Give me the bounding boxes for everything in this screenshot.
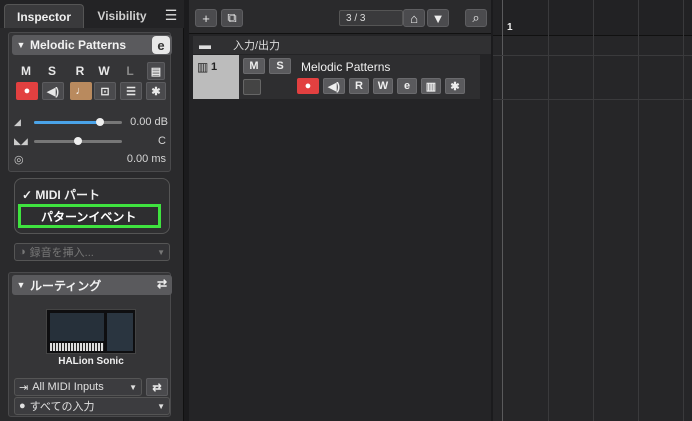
- insert-record-dropdown[interactable]: ◑ 録音を挿入... ▼: [14, 243, 170, 261]
- menu-item-pattern-event[interactable]: パターンイベント: [18, 204, 161, 228]
- grid-line: [548, 0, 549, 421]
- track-list-toolbar: + ⧉ 3 / 3 ⌂ ▼ ⌕: [189, 0, 491, 34]
- duplicate-track-icon[interactable]: ⧉: [221, 9, 243, 27]
- bar-number: 1: [507, 22, 513, 33]
- track-asterisk-icon[interactable]: ✱: [445, 78, 465, 94]
- edit-instrument-icon[interactable]: e: [152, 36, 170, 54]
- write-button[interactable]: W: [94, 62, 114, 80]
- midi-input-label: All MIDI Inputs: [32, 381, 104, 393]
- timeline-area[interactable]: 1: [493, 0, 692, 421]
- routing-section-header[interactable]: ▼ ルーティング ⇄: [12, 275, 172, 295]
- filter-icon[interactable]: ▼: [427, 9, 449, 27]
- insert-icon: ◑: [19, 246, 26, 258]
- pan-icon: ◣◢: [14, 135, 28, 146]
- plugin-keyboard: [50, 343, 104, 351]
- edit-in-place-icon[interactable]: ▤: [147, 62, 165, 80]
- menu-item-midi-part[interactable]: ✓ MIDI パート: [22, 186, 100, 203]
- inspector-tabs: Inspector Visibility ☰: [0, 0, 184, 28]
- track-write-button[interactable]: W: [373, 78, 393, 94]
- plugin-name: HALion Sonic: [58, 356, 124, 367]
- routing-title: ルーティング: [30, 278, 102, 293]
- input-icon: ⇥: [19, 381, 29, 394]
- pan-value[interactable]: C: [158, 135, 166, 147]
- tab-visibility[interactable]: Visibility: [86, 4, 158, 28]
- track-monitor-icon[interactable]: ◀): [323, 78, 345, 94]
- delay-row: ◎ 0.00 ms: [14, 151, 170, 167]
- track-number: 1: [211, 61, 218, 73]
- inspector-panel: Inspector Visibility ☰ ▼ Melodic Pattern…: [0, 0, 184, 421]
- routing-shuffle-icon[interactable]: ⇄: [157, 277, 167, 291]
- cubase-window: Inspector Visibility ☰ ▼ Melodic Pattern…: [0, 0, 692, 421]
- record-enable-icon[interactable]: ●: [16, 82, 38, 100]
- track-read-button[interactable]: R: [349, 78, 369, 94]
- list-icon[interactable]: ☰: [120, 82, 142, 100]
- grid-line: [593, 0, 594, 421]
- folder-label: 入力/出力: [233, 40, 281, 52]
- track-color-swatch[interactable]: [243, 79, 261, 95]
- menu-item-midi-part-label: MIDI パート: [35, 188, 101, 202]
- search-icon[interactable]: ⌕: [465, 9, 487, 27]
- track-solo-button[interactable]: S: [269, 58, 291, 74]
- solo-button[interactable]: S: [42, 62, 62, 80]
- halion-sonic-thumbnail[interactable]: [46, 309, 136, 354]
- volume-fill: [34, 121, 100, 124]
- routing-swap-icon[interactable]: ⇄: [146, 378, 168, 396]
- tab-inspector[interactable]: Inspector: [4, 4, 84, 28]
- track-section-title: Melodic Patterns: [30, 38, 127, 52]
- folder-row-io[interactable]: ▬ 入力/出力: [193, 36, 491, 54]
- monitor-speaker-icon[interactable]: ◀): [42, 82, 64, 100]
- grid-line: [683, 0, 684, 421]
- track-counter: 3 / 3: [339, 10, 403, 26]
- insert-record-label: 録音を挿入...: [29, 247, 94, 259]
- plugin-screen-left: [50, 313, 104, 341]
- delay-value[interactable]: 0.00 ms: [127, 153, 166, 165]
- midi-channel-label: すべての入力: [29, 401, 95, 413]
- mute-button[interactable]: M: [16, 62, 36, 80]
- grid-line: [502, 0, 503, 421]
- chevron-down-icon: ▼: [157, 401, 165, 411]
- lock-icon[interactable]: ⊡: [94, 82, 116, 100]
- plugin-screen-right: [107, 313, 133, 351]
- note-icon[interactable]: ♩: [70, 82, 92, 100]
- volume-slider-row: ◢ 0.00 dB: [14, 114, 170, 130]
- lanes-button[interactable]: L: [120, 62, 140, 80]
- volume-icon: ◢: [14, 116, 21, 127]
- show-hide-icon[interactable]: ⌂: [403, 9, 425, 27]
- volume-value[interactable]: 0.00 dB: [130, 116, 168, 128]
- read-button[interactable]: R: [70, 62, 90, 80]
- track-section-header[interactable]: ▼ Melodic Patterns e: [12, 35, 172, 55]
- track-controls: M S Melodic Patterns ● ◀) R W e ▥ ✱: [239, 55, 480, 99]
- checkmark-icon: ✓: [22, 188, 36, 202]
- pan-knob[interactable]: [74, 137, 82, 145]
- track-row-melodic-patterns[interactable]: ▥ 1 M S Melodic Patterns ● ◀) R W e ▥ ✱: [193, 55, 480, 99]
- delay-icon: ◎: [14, 153, 24, 166]
- track-name[interactable]: Melodic Patterns: [301, 60, 390, 74]
- collapse-triangle-icon: ▼: [16, 280, 26, 290]
- collapse-triangle-icon: ▼: [16, 40, 26, 50]
- lane-divider: [493, 55, 692, 56]
- volume-knob[interactable]: [96, 118, 104, 126]
- midi-input-dropdown[interactable]: ⇥ All MIDI Inputs ▼: [14, 378, 142, 396]
- midi-channel-dropdown[interactable]: ● すべての入力 ▼: [14, 397, 170, 415]
- hamburger-icon[interactable]: ☰: [162, 6, 180, 24]
- piano-icon: ▥: [197, 60, 209, 74]
- track-record-icon[interactable]: ●: [297, 78, 319, 94]
- pan-slider-row: ◣◢ C: [14, 133, 170, 149]
- chevron-down-icon: ▼: [129, 382, 137, 392]
- chevron-down-icon: ▼: [157, 247, 165, 257]
- track-list: + ⧉ 3 / 3 ⌂ ▼ ⌕ ▬ 入力/出力 ▥ 1 M S Melodic …: [189, 0, 491, 421]
- grid-line: [638, 0, 639, 421]
- track-edit-icon[interactable]: e: [397, 78, 417, 94]
- track-mute-button[interactable]: M: [243, 58, 265, 74]
- track-piano-icon[interactable]: ▥: [421, 78, 441, 94]
- add-track-icon[interactable]: +: [195, 9, 217, 27]
- lane-divider: [493, 99, 692, 100]
- asterisk-icon[interactable]: ✱: [146, 82, 166, 100]
- channel-icon: ●: [19, 400, 26, 412]
- folder-icon: ▬: [199, 38, 211, 52]
